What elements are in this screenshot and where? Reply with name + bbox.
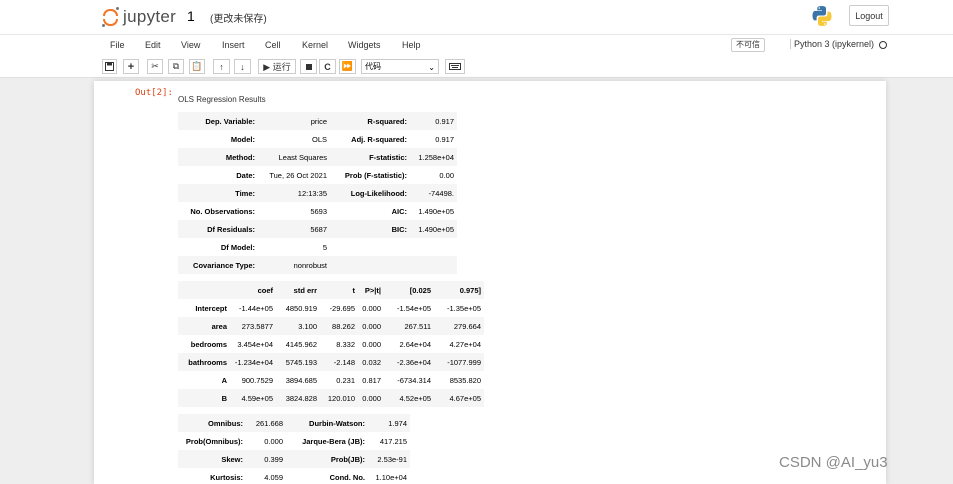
output-prompt: Out[2]: [135, 88, 173, 98]
menu-view[interactable]: View [181, 40, 200, 50]
save-icon [105, 62, 114, 71]
run-button[interactable]: ▶ 运行 [258, 59, 296, 74]
table-row: Df Residuals: 5687 BIC: 1.490e+05 [178, 220, 457, 238]
save-button[interactable] [102, 59, 117, 74]
table-row: Kurtosis: 4.059 Cond. No. 1.10e+04 [178, 468, 410, 484]
menu-file[interactable]: File [110, 40, 125, 50]
table-header-row: coef std err t P>|t| [0.025 0.975] [178, 281, 484, 299]
table-row: Df Model: 5 [178, 238, 457, 256]
table-row: Omnibus: 261.668 Durbin-Watson: 1.974 [178, 414, 410, 432]
arrow-up-icon: ↑ [219, 61, 224, 72]
table-row: Skew: 0.399 Prob(JB): 2.53e-91 [178, 450, 410, 468]
logo-text: jupyter [123, 7, 177, 26]
cell-type-value: 代码 [365, 62, 381, 71]
table-row: bedrooms 3.454e+04 4145.962 8.332 0.000 2.64e… [178, 335, 484, 353]
restart-icon: C [324, 61, 331, 72]
move-down-button[interactable]: ↓ [234, 59, 251, 74]
header: jupyter 1 (更改未保存) Logout [0, 0, 953, 34]
table-row: Model: OLS Adj. R-squared: 0.917 [178, 130, 457, 148]
notebook-name[interactable]: 1 [187, 8, 195, 24]
menu-edit[interactable]: Edit [145, 40, 161, 50]
menu-help[interactable]: Help [402, 40, 421, 50]
restart-run-all-button[interactable]: ⏩ [339, 59, 356, 74]
command-palette-button[interactable] [445, 59, 465, 74]
table-row: Dep. Variable: price R-squared: 0.917 [178, 112, 457, 130]
diagnostics-table: Omnibus: 261.668 Durbin-Watson: 1.974 Prob… [178, 414, 410, 484]
plus-icon: + [127, 60, 135, 73]
coef-table: coef std err t P>|t| [0.025 0.975] Inter… [178, 281, 484, 407]
table-row: Covariance Type: nonrobust [178, 256, 457, 274]
table-row: Prob(Omnibus): 0.000 Jarque-Bera (JB): 417… [178, 432, 410, 450]
table-row: Method: Least Squares F-statistic: 1.258e+… [178, 148, 457, 166]
table-row: A 900.7529 3894.685 0.231 0.817 -6734.314 8535… [178, 371, 484, 389]
restart-button[interactable]: C [319, 59, 336, 74]
table-row: bathrooms -1.234e+04 5745.193 -2.148 0.032 -2… [178, 353, 484, 371]
table-row: Intercept -1.44e+05 4850.919 -29.695 0.000 -1… [178, 299, 484, 317]
menu-cell[interactable]: Cell [265, 40, 281, 50]
copy-button[interactable]: ⧉ [168, 59, 184, 74]
table-row: area 273.5877 3.100 88.262 0.000 267.511 279.6… [178, 317, 484, 335]
trusted-badge[interactable]: 不可信 [731, 38, 765, 52]
table-row: B 4.59e+05 3824.828 120.010 0.000 4.52e+05 4.6… [178, 389, 484, 407]
summary-table: Dep. Variable: price R-squared: 0.917 Mode… [178, 112, 457, 274]
keyboard-icon [449, 63, 461, 70]
paste-button[interactable]: 📋 [189, 59, 205, 74]
table-row: No. Observations: 5693 AIC: 1.490e+05 [178, 202, 457, 220]
cut-button[interactable]: ✂ [147, 59, 163, 74]
arrow-down-icon: ↓ [240, 61, 245, 72]
kernel-name: Python 3 (ipykernel) [790, 39, 874, 49]
interrupt-button[interactable] [300, 59, 317, 74]
save-status: (更改未保存) [210, 14, 267, 25]
fast-forward-icon: ⏩ [341, 61, 354, 71]
jupyter-logo-icon [102, 7, 120, 27]
table-row: Date: Tue, 26 Oct 2021 Prob (F-statistic)… [178, 166, 457, 184]
kernel-status-icon [879, 41, 887, 49]
insert-cell-button[interactable]: + [123, 59, 139, 74]
menu-kernel[interactable]: Kernel [302, 40, 328, 50]
python-logo-icon [812, 6, 832, 26]
jupyter-logo[interactable]: jupyter [102, 6, 176, 28]
toolbar: + ✂ ⧉ 📋 ↑ ↓ ▶ 运行 C ⏩ 代码 ⌄ [0, 56, 953, 78]
cell-type-select[interactable]: 代码 ⌄ [361, 59, 439, 74]
paste-icon: 📋 [191, 61, 203, 71]
table-row: Time: 12:13:35 Log-Likelihood: -74498. [178, 184, 457, 202]
logout-button[interactable]: Logout [849, 5, 889, 26]
chevron-down-icon: ⌄ [428, 63, 435, 72]
menubar: File Edit View Insert Cell Kernel Widget… [0, 34, 953, 56]
cut-icon: ✂ [151, 61, 159, 71]
menu-insert[interactable]: Insert [222, 40, 245, 50]
ols-title: OLS Regression Results [178, 95, 266, 104]
copy-icon: ⧉ [172, 61, 180, 71]
stop-icon [305, 63, 312, 70]
menu-widgets[interactable]: Widgets [348, 40, 381, 50]
move-up-button[interactable]: ↑ [213, 59, 230, 74]
watermark: CSDN @AI_yu3 [779, 454, 888, 471]
